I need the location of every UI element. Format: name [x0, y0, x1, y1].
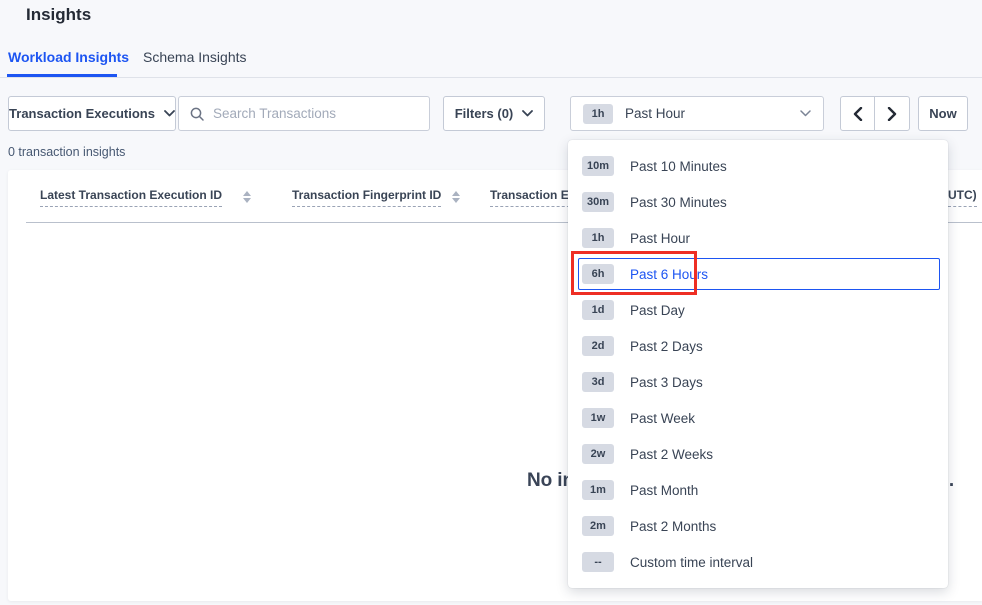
column-header-transaction-fingerprint-id[interactable]: Transaction Fingerprint ID [292, 188, 441, 207]
interval-badge: 1w [582, 408, 614, 428]
interval-label: Past 3 Days [630, 375, 703, 390]
interval-badge: 3d [582, 372, 614, 392]
interval-label: Past 2 Weeks [630, 447, 713, 462]
interval-badge: 30m [582, 192, 614, 212]
column-header-transaction-execution[interactable]: Transaction Ex [490, 188, 575, 207]
tabs-divider [0, 77, 982, 78]
dropdown-item-past-2-months[interactable]: 2m Past 2 Months [568, 508, 948, 544]
dropdown-item-past-2-weeks[interactable]: 2w Past 2 Weeks [568, 436, 948, 472]
sort-icon[interactable] [243, 190, 251, 203]
dropdown-item-past-30-minutes[interactable]: 30m Past 30 Minutes [568, 184, 948, 220]
next-interval-button[interactable] [875, 97, 909, 130]
interval-badge: 1d [582, 300, 614, 320]
chevron-down-icon [164, 110, 175, 117]
interval-label: Past Day [630, 303, 685, 318]
search-icon [189, 106, 205, 122]
dropdown-item-past-3-days[interactable]: 3d Past 3 Days [568, 364, 948, 400]
interval-label: Past Month [630, 483, 698, 498]
search-transactions-input[interactable] [213, 106, 419, 121]
chevron-down-icon [800, 110, 811, 117]
sort-icon[interactable] [452, 190, 460, 203]
workload-type-label: Transaction Executions [9, 106, 155, 121]
interval-label: Past 10 Minutes [630, 159, 727, 174]
dropdown-item-past-hour[interactable]: 1h Past Hour [568, 220, 948, 256]
column-header-label: Latest Transaction Execution ID [40, 188, 222, 207]
dropdown-item-past-month[interactable]: 1m Past Month [568, 472, 948, 508]
time-interval-dropdown: 10m Past 10 Minutes 30m Past 30 Minutes … [568, 140, 948, 588]
previous-interval-button[interactable] [841, 97, 875, 130]
time-interval-select[interactable]: 1h Past Hour [570, 96, 824, 131]
interval-badge: 10m [582, 156, 614, 176]
interval-label: Past 30 Minutes [630, 195, 727, 210]
column-header-utc[interactable]: UTC) [948, 188, 977, 207]
interval-badge: -- [582, 552, 614, 572]
column-header-label: Transaction Ex [490, 188, 575, 207]
dropdown-item-past-10-minutes[interactable]: 10m Past 10 Minutes [568, 148, 948, 184]
workload-type-select[interactable]: Transaction Executions [8, 96, 176, 131]
interval-label: Past 2 Months [630, 519, 716, 534]
dropdown-item-past-week[interactable]: 1w Past Week [568, 400, 948, 436]
column-header-label: Transaction Fingerprint ID [292, 188, 441, 207]
chevron-down-icon [522, 110, 533, 117]
now-label: Now [929, 106, 956, 121]
column-header-label: UTC) [948, 188, 977, 207]
dropdown-item-custom-time-interval[interactable]: -- Custom time interval [568, 544, 948, 580]
dropdown-item-past-6-hours[interactable]: 6h Past 6 Hours [568, 256, 948, 292]
insights-count: 0 transaction insights [8, 145, 125, 159]
interval-label: Past Hour [630, 231, 690, 246]
tab-schema-insights[interactable]: Schema Insights [143, 49, 247, 65]
interval-badge: 2m [582, 516, 614, 536]
interval-badge: 6h [582, 264, 614, 284]
page-title: Insights [26, 5, 91, 25]
interval-badge: 2w [582, 444, 614, 464]
now-button[interactable]: Now [918, 96, 968, 131]
dropdown-item-past-day[interactable]: 1d Past Day [568, 292, 948, 328]
interval-label: Past Week [630, 411, 695, 426]
interval-label: Past 2 Days [630, 339, 703, 354]
time-nav-group [840, 96, 910, 131]
interval-badge: 1m [582, 480, 614, 500]
time-interval-badge: 1h [583, 104, 613, 124]
column-header-latest-transaction-execution-id[interactable]: Latest Transaction Execution ID [40, 188, 222, 207]
interval-label: Custom time interval [630, 555, 753, 570]
interval-label: Past 6 Hours [630, 267, 708, 282]
interval-badge: 1h [582, 228, 614, 248]
time-interval-label: Past Hour [625, 106, 788, 121]
filters-label: Filters (0) [455, 106, 514, 121]
tab-workload-insights[interactable]: Workload Insights [8, 49, 129, 65]
interval-badge: 2d [582, 336, 614, 356]
dropdown-item-past-2-days[interactable]: 2d Past 2 Days [568, 328, 948, 364]
search-transactions-box[interactable] [178, 96, 430, 131]
filters-button[interactable]: Filters (0) [443, 96, 545, 131]
